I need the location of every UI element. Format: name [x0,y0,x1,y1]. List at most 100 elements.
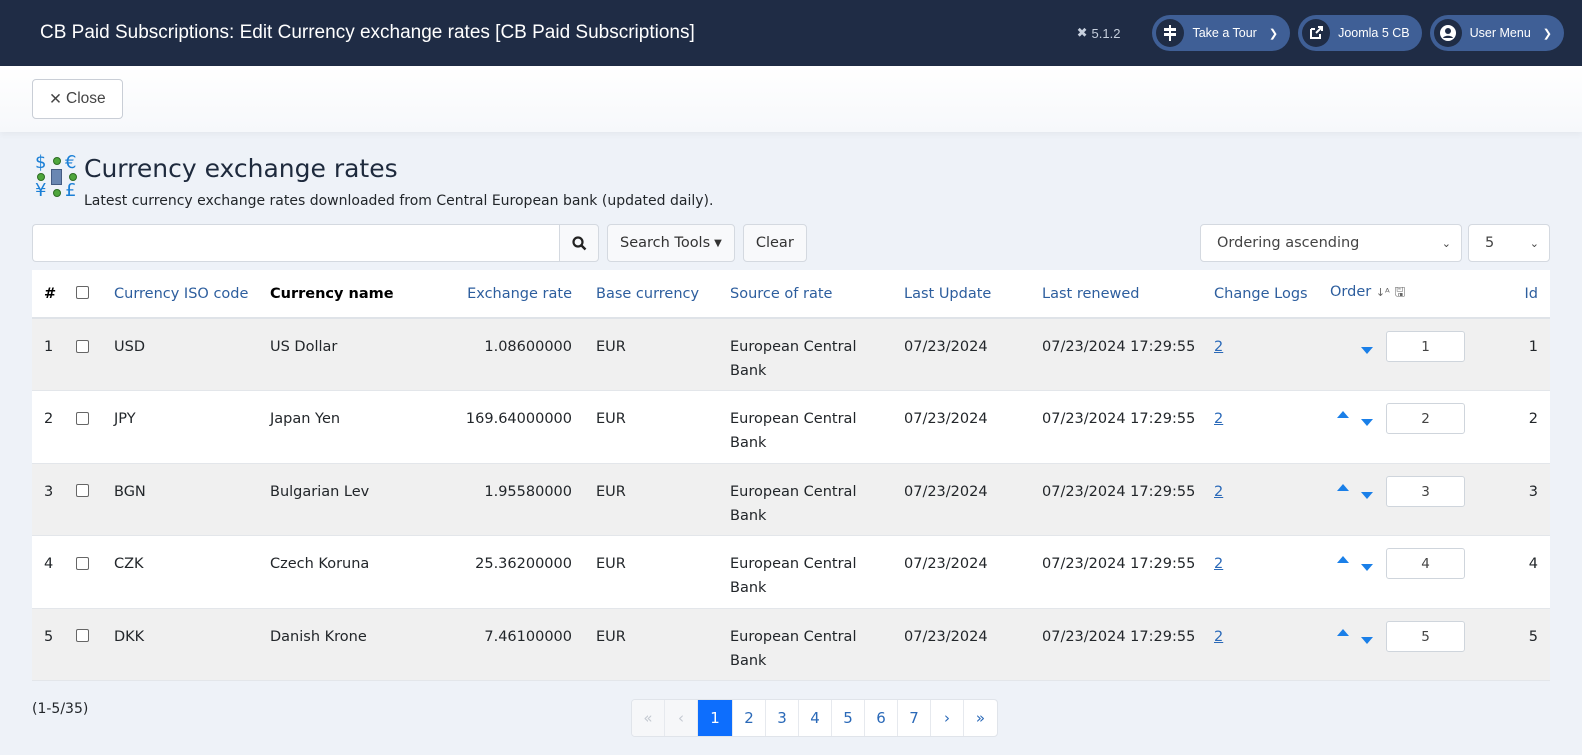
clear-button[interactable]: Clear [742,224,807,262]
list-limit-select[interactable]: 5 ⌄ [1468,224,1550,262]
result-count: (1-5/35) [32,701,89,717]
base-currency: EUR [580,463,722,536]
last-update: 07/23/2024 [896,608,1034,681]
row-id: 5 [1482,608,1550,681]
search-input[interactable] [32,224,559,262]
caret-down-icon: ▼ [714,237,722,249]
change-logs-link[interactable]: 2 [1214,339,1223,355]
col-id[interactable]: Id [1482,270,1550,319]
page-next[interactable]: › [931,700,964,736]
currency-name: Bulgarian Lev [262,463,432,536]
col-change-logs[interactable]: Change Logs [1206,270,1322,319]
move-up-icon[interactable] [1337,628,1349,636]
row-checkbox[interactable] [76,411,89,425]
exchange-rates-table: # Currency ISO code Currency name Exchan… [32,270,1550,681]
change-logs-link[interactable]: 2 [1214,556,1223,572]
row-checkbox[interactable] [76,556,89,570]
col-base-currency[interactable]: Base currency [580,270,722,319]
last-update: 07/23/2024 [896,318,1034,391]
row-num: 1 [32,318,68,391]
page-7[interactable]: 7 [898,700,931,736]
page-6[interactable]: 6 [865,700,898,736]
close-button[interactable]: ✕ Close [32,79,123,119]
order-input[interactable]: 1 [1386,331,1465,362]
col-exchange-rate[interactable]: Exchange rate [432,270,580,319]
joomla-site-button[interactable]: Joomla 5 CB [1298,15,1422,51]
change-logs-link[interactable]: 2 [1214,629,1223,645]
page-5[interactable]: 5 [832,700,865,736]
last-renewed: 07/23/2024 17:29:55 [1034,318,1206,391]
currency-name: Czech Koruna [262,535,432,609]
page-last[interactable]: » [964,700,997,736]
row-checkbox[interactable] [76,484,89,497]
currency-name: US Dollar [262,318,432,391]
user-menu-button[interactable]: User Menu ❯ [1429,15,1564,51]
move-up-icon[interactable] [1337,483,1349,491]
external-link-icon [1302,19,1331,47]
last-update: 07/23/2024 [896,463,1034,536]
col-last-renewed[interactable]: Last renewed [1034,270,1206,319]
toolbar: ✕ Close [0,66,1582,132]
iso-code: DKK [106,608,262,681]
page-3[interactable]: 3 [766,700,799,736]
rate-source: European Central Bank [722,608,896,681]
rate-source: European Central Bank [722,463,896,536]
select-all-checkbox[interactable] [76,286,89,299]
search-tools-button[interactable]: Search Tools ▼ [607,224,735,262]
table-row: 5 DKK Danish Krone 7.46100000 EUR European Ce… [32,608,1550,681]
search-button[interactable] [559,224,599,262]
row-checkbox[interactable] [76,339,89,353]
order-input[interactable]: 5 [1386,620,1465,652]
row-num: 4 [32,535,68,609]
order-input[interactable]: 3 [1386,475,1465,507]
currency-name: Danish Krone [262,608,432,681]
page-2[interactable]: 2 [733,700,766,736]
row-checkbox[interactable] [76,629,89,642]
user-circle-icon [1433,19,1462,47]
col-last-update[interactable]: Last Update [896,270,1034,319]
table-row: 1 USD US Dollar 1.08600000 EUR European Centr… [32,318,1550,391]
last-update: 07/23/2024 [896,390,1034,464]
base-currency: EUR [580,390,722,464]
move-down-icon[interactable] [1361,491,1373,499]
table-row: 2 JPY Japan Yen 169.64000000 EUR European Cen… [32,390,1550,464]
signpost-icon [1156,19,1185,47]
page-title: Currency exchange rates [84,154,398,183]
order-input[interactable]: 2 [1386,403,1465,434]
table-header-row: # Currency ISO code Currency name Exchan… [32,270,1550,319]
base-currency: EUR [580,535,722,609]
ordering-select[interactable]: Ordering ascending ⌄ [1200,224,1462,262]
exchange-rate: 169.64000000 [432,390,580,464]
save-order-icon[interactable]: 🖫 [1394,285,1405,300]
col-source[interactable]: Source of rate [722,270,896,319]
chevron-down-icon: ⌄ [1441,236,1451,250]
row-num: 3 [32,463,68,536]
col-order[interactable]: Order ↓ᴬ 🖫 [1322,270,1482,319]
move-down-icon[interactable] [1361,347,1373,354]
move-down-icon[interactable] [1361,564,1373,571]
window-title: CB Paid Subscriptions: Edit Currency exc… [40,22,695,43]
change-logs-link[interactable]: 2 [1214,411,1223,427]
page-4[interactable]: 4 [799,700,832,736]
row-num: 5 [32,608,68,681]
move-down-icon[interactable] [1361,419,1373,426]
move-down-icon[interactable] [1361,636,1373,644]
iso-code: USD [106,318,262,391]
list-footer: (1-5/35) « ‹ 1 2 3 4 5 6 7 › » [0,697,1582,737]
col-select-all [68,270,106,319]
iso-code: BGN [106,463,262,536]
col-iso-code[interactable]: Currency ISO code [106,270,262,319]
exchange-rate: 7.46100000 [432,608,580,681]
page-first[interactable]: « [632,700,665,736]
take-a-tour-button[interactable]: Take a Tour ❯ [1152,15,1291,51]
order-input[interactable]: 4 [1386,548,1465,579]
move-up-icon[interactable] [1337,556,1349,563]
version-label: ✖ 5.1.2 [1076,25,1121,41]
sort-az-icon: ↓ᴬ [1375,285,1390,299]
row-id: 4 [1482,535,1550,609]
change-logs-link[interactable]: 2 [1214,484,1223,500]
page-1[interactable]: 1 [698,700,733,736]
page-prev[interactable]: ‹ [665,700,698,736]
move-up-icon[interactable] [1337,411,1349,418]
last-update: 07/23/2024 [896,535,1034,609]
